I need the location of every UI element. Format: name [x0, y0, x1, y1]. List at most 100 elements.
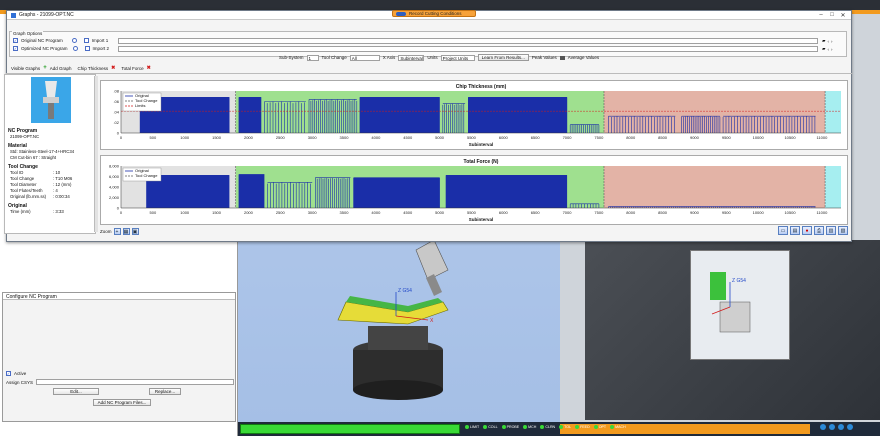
close-icon[interactable]: ✕	[839, 12, 847, 19]
active-checkbox[interactable]: ✓	[6, 371, 11, 376]
tool-detail-key: Original (lb.mm.ss)	[10, 194, 47, 199]
print-icon[interactable]: ⎙	[814, 226, 824, 235]
chart-band	[825, 166, 841, 208]
nc-program-value: 21099-OPT.NC	[10, 134, 40, 139]
optimized-program-checkbox[interactable]: ✓	[13, 46, 18, 51]
status-light-icon	[483, 425, 488, 429]
tool-detail-row: Original (lb.mm.ss): 0:00:34	[8, 194, 94, 200]
axis-label-x: X	[430, 318, 434, 324]
learn-from-results-button[interactable]: Learn From Results...	[477, 54, 529, 61]
status-item[interactable]: MACH	[610, 425, 626, 429]
x-tick-label: 10000	[753, 135, 765, 140]
x-tick-label: 8000	[626, 135, 636, 140]
peak-values-option[interactable]: Peak Values	[532, 55, 557, 60]
import2-checkbox[interactable]	[84, 46, 90, 51]
x-tick-label: 8000	[626, 210, 636, 215]
x-tick-label: 1500	[212, 135, 222, 140]
x-tick-label: 6000	[499, 210, 509, 215]
status-item[interactable]: COLL	[483, 425, 498, 429]
os-titlebar	[0, 0, 880, 10]
y-tick-label: 4,000	[109, 185, 120, 190]
remove-total-force-icon[interactable]: ✖	[147, 65, 151, 71]
record-cutting-conditions-button[interactable]: Record Cutting Conditions	[392, 10, 476, 17]
view-icon[interactable]: ▭	[778, 226, 788, 235]
x-tick-label: 2500	[276, 135, 286, 140]
prev1-icon[interactable]: ‹	[827, 39, 829, 44]
assign-csys-select[interactable]	[36, 379, 234, 385]
add-graph-icon[interactable]: +	[43, 65, 47, 71]
status-item[interactable]: LIMIT	[465, 425, 479, 429]
xaxis-select[interactable]: Subinterval	[398, 54, 425, 61]
average-toggle-icon[interactable]	[559, 55, 565, 60]
tool-change-select[interactable]: All	[349, 54, 380, 61]
replace-button[interactable]: Replace...	[149, 388, 181, 395]
original-time-value: : 3:33	[53, 209, 64, 214]
y-tick-label: .04	[113, 110, 119, 115]
forward-icon[interactable]	[847, 424, 853, 430]
tool-info-sidebar: NC Program 21099-OPT.NC Material Std: St…	[4, 74, 96, 234]
rewind-icon[interactable]	[820, 424, 826, 430]
zoom-in-icon[interactable]: +	[113, 228, 121, 235]
record-label: Record Cutting Conditions	[409, 11, 462, 16]
x-tick-label: 3500	[340, 210, 350, 215]
zoom-fit-icon[interactable]: ▦	[122, 228, 130, 235]
folder1-icon[interactable]: ▰	[822, 38, 825, 44]
chip-thickness-chart[interactable]: 0 500 1000 1500 2000 2500 3000 3500 4000 4500 5000…	[100, 80, 848, 150]
x-axis-label: Subinterval	[469, 217, 494, 222]
configure-panel-title: Configure NC Program	[3, 293, 235, 300]
status-item[interactable]: PROBE	[501, 425, 519, 429]
minimize-icon[interactable]: –	[817, 12, 825, 19]
remove-chip-thickness-icon[interactable]: ✖	[111, 65, 115, 71]
status-item-label: MACH	[615, 425, 626, 429]
x-tick-label: 6500	[531, 210, 541, 215]
status-item-label: TOL	[564, 425, 572, 429]
prev2-icon[interactable]: ‹	[827, 47, 829, 52]
tool-change-label: Tool Change	[321, 55, 347, 60]
x-tick-label: 7500	[594, 135, 604, 140]
x-tick-label: 1000	[180, 210, 190, 215]
maximize-icon[interactable]: □	[828, 12, 836, 19]
export-icon[interactable]: ▥	[826, 226, 836, 235]
add-graph-button[interactable]: Add Graph	[50, 66, 72, 71]
total-force-chart[interactable]: 0 500 1000 1500 2000 2500 3000 3500 4000 4500 5000…	[100, 155, 848, 225]
x-tick-label: 4500	[403, 135, 413, 140]
simulation-progress-bar[interactable]	[240, 424, 460, 434]
optimized-info-icon[interactable]	[72, 46, 78, 51]
record-toggle-icon[interactable]	[396, 11, 406, 16]
status-light-icon	[465, 425, 469, 429]
chip-thickness-tab[interactable]: Chip Thickness	[77, 66, 108, 71]
folder2-icon[interactable]: ▰	[822, 46, 825, 52]
status-item[interactable]: MCH	[523, 425, 536, 429]
x-tick-label: 9000	[690, 135, 700, 140]
x-tick-label: 0	[120, 210, 123, 215]
zoom-out-icon[interactable]: ▣	[131, 228, 139, 235]
y-tick-label: 8,000	[109, 164, 120, 169]
status-item[interactable]: CLRN	[540, 425, 555, 429]
y-tick-label: 6,000	[109, 174, 120, 179]
status-item[interactable]: FEED	[575, 425, 590, 429]
original-program-checkbox[interactable]: ✓	[13, 38, 18, 43]
units-select[interactable]: Project Units	[440, 54, 475, 61]
import2-path-input[interactable]	[118, 46, 818, 52]
import1-path-input[interactable]	[118, 38, 818, 44]
next1-icon[interactable]: ›	[831, 39, 833, 44]
status-item[interactable]: TOL	[559, 425, 571, 429]
table-icon[interactable]: ▤	[790, 226, 800, 235]
total-force-tab[interactable]: Total Force	[121, 66, 143, 71]
status-item[interactable]: OPT	[593, 425, 606, 429]
add-nc-files-button[interactable]: Add NC Program Files...	[93, 399, 151, 406]
divider	[6, 73, 852, 74]
play-icon[interactable]	[829, 424, 835, 430]
next2-icon[interactable]: ›	[831, 47, 833, 52]
average-values-option[interactable]: Average Values	[568, 55, 599, 60]
subsystem-select[interactable]: 1	[306, 54, 319, 61]
sidebar-scrollbar[interactable]	[94, 76, 98, 232]
settings-icon[interactable]: ▧	[838, 226, 848, 235]
record-icon[interactable]: ●	[802, 226, 812, 235]
import1-checkbox[interactable]	[83, 38, 89, 43]
original-info-icon[interactable]	[71, 38, 77, 43]
spindle-tool-icon	[415, 240, 449, 296]
x-tick-label: 3500	[340, 135, 350, 140]
edit-button[interactable]: Edit...	[53, 388, 99, 395]
step-icon[interactable]	[838, 424, 844, 430]
